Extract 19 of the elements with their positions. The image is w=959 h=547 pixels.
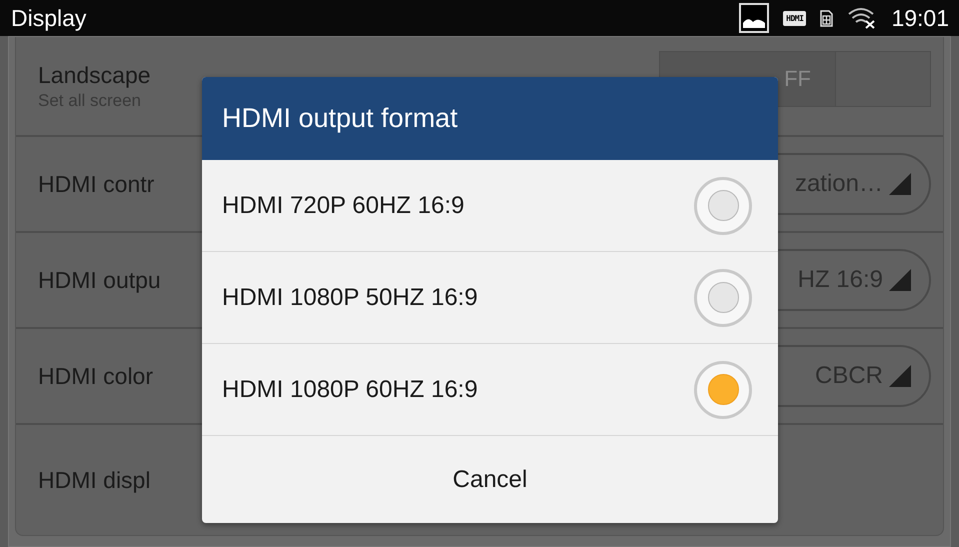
image-icon — [739, 3, 770, 33]
option-label: HDMI 720P 60HZ 16:9 — [222, 192, 466, 220]
setting-label: HDMI outpu — [38, 266, 161, 294]
cancel-button[interactable]: Cancel — [202, 436, 778, 523]
wifi-off-icon — [847, 7, 878, 29]
option-label: HDMI 1080P 60HZ 16:9 — [222, 376, 479, 404]
option-label: HDMI 1080P 50HZ 16:9 — [222, 284, 479, 312]
caret-icon — [889, 173, 911, 195]
clock-time: 19:01 — [891, 4, 949, 32]
hdmi-badge: HDMI — [783, 10, 806, 26]
screen-title: Display — [11, 4, 88, 32]
caret-icon — [889, 269, 911, 291]
setting-label: Landscape — [38, 62, 151, 88]
setting-label: HDMI color — [38, 362, 154, 390]
setting-label: HDMI displ — [38, 466, 150, 494]
dialog-title: HDMI output format — [202, 77, 778, 160]
sim-card-icon — [820, 10, 834, 26]
setting-label: HDMI contr — [38, 170, 154, 198]
caret-icon — [889, 365, 911, 387]
